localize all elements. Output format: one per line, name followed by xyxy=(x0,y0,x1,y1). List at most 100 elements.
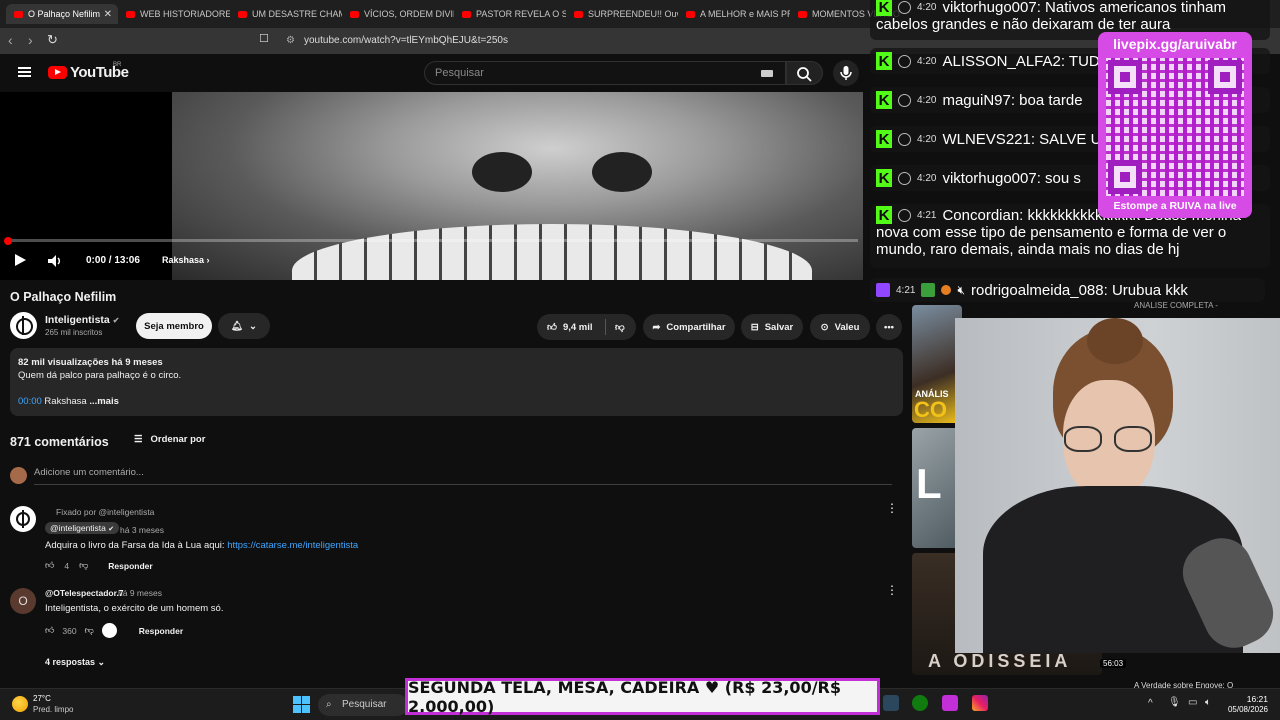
reply-button[interactable]: Responder xyxy=(108,561,152,571)
thumbs-down-icon[interactable]: 👎︎ xyxy=(85,625,94,636)
kick-platform-icon: K xyxy=(876,206,892,224)
kick-platform-icon: K xyxy=(876,130,892,148)
thumbs-up-icon: 👍︎ xyxy=(547,322,557,333)
tray-expand-icon[interactable]: ^ xyxy=(1148,698,1153,709)
browser-tab[interactable]: WEB HISTORIADORES xyxy=(118,4,230,24)
chevron-right-icon: › xyxy=(206,255,210,265)
badge-icon xyxy=(921,283,936,297)
mute-icon: 🔇︎ xyxy=(957,282,966,297)
app-icon[interactable] xyxy=(942,695,958,711)
show-replies-button[interactable]: 4 respostas ⌄ xyxy=(45,657,105,668)
video-player[interactable]: 0:00 / 13:06 Rakshasa › xyxy=(0,92,863,280)
save-button[interactable]: ⊟ Salvar xyxy=(741,314,803,340)
browser-tab[interactable]: PASTOR REVELA O SE xyxy=(454,4,566,24)
time-display: 0:00 / 13:06 xyxy=(86,255,140,266)
chat-message: 4:21 🔇︎ rodrigoalmeida_088: Urubua kkk xyxy=(870,278,1265,302)
clock-date[interactable]: 05/08/2026 xyxy=(1218,705,1268,714)
thumbs-up-icon[interactable]: 👍︎ xyxy=(45,625,54,636)
xbox-icon[interactable] xyxy=(912,695,928,711)
video-title: O Palhaço Nefilim xyxy=(10,290,117,304)
channel-avatar[interactable] xyxy=(10,312,37,339)
windows-start-icon[interactable] xyxy=(293,696,310,713)
user-icon xyxy=(898,132,911,146)
chapter-timestamp-link[interactable]: 00:00 xyxy=(18,396,42,407)
steam-icon[interactable] xyxy=(883,695,899,711)
bookmark-icon[interactable]: ☐ xyxy=(259,32,269,45)
kick-platform-icon: K xyxy=(876,0,892,16)
reply-button[interactable]: Responder xyxy=(139,626,183,636)
progress-bar[interactable] xyxy=(8,239,858,242)
channel-name[interactable]: Inteligentista ✔ xyxy=(45,314,119,326)
show-more-link[interactable]: ...mais xyxy=(89,396,119,407)
volume-icon[interactable]: 🔈︎ xyxy=(1205,697,1211,708)
comment-author-avatar[interactable]: O xyxy=(10,588,36,614)
glasses-icon xyxy=(1060,426,1158,452)
reload-icon[interactable]: ↻ xyxy=(47,32,58,48)
thumbs-up-icon[interactable]: 👍︎ xyxy=(45,560,54,571)
comment-menu-icon[interactable]: ⋮ xyxy=(886,584,898,596)
comment-author[interactable]: @OTelespectador.7 xyxy=(45,588,124,598)
youtube-favicon-icon xyxy=(462,10,471,18)
search-button[interactable] xyxy=(786,61,823,85)
share-button[interactable]: ➦ Compartilhar xyxy=(643,314,735,340)
like-divider xyxy=(605,319,606,335)
video-duration: 56:03 xyxy=(1100,659,1127,668)
tray-mic-icon[interactable]: 🎙︎ xyxy=(1168,697,1181,708)
url-field[interactable]: ⚙ youtube.com/watch?v=tlEYmbQhEJU&t=250s xyxy=(282,32,882,50)
livepix-qr-panel: livepix.gg/aruivabr Estompe a RUIVA na l… xyxy=(1098,32,1252,218)
thanks-button[interactable]: ⊙ Valeu xyxy=(810,314,870,340)
add-comment-input[interactable]: Adicione um comentário... xyxy=(34,467,892,485)
thumbs-down-icon[interactable]: 👎︎ xyxy=(615,321,625,333)
chapter-button[interactable]: Rakshasa › xyxy=(162,255,210,265)
comment-author-badge[interactable]: @inteligentista ✔ xyxy=(45,522,120,534)
search-input[interactable]: Pesquisar xyxy=(424,61,786,85)
weather-temp[interactable]: 27°C xyxy=(33,694,51,703)
back-icon[interactable]: ‹ xyxy=(8,32,13,48)
keyboard-icon[interactable] xyxy=(761,70,773,77)
comment-author-avatar[interactable] xyxy=(10,506,36,532)
menu-icon[interactable] xyxy=(18,67,31,77)
browser-tab[interactable]: VÍCIOS, ORDEM DIVIN xyxy=(342,4,454,24)
taskbar-search[interactable]: ⌕ Pesquisar xyxy=(318,694,408,716)
comment-time: há 9 meses xyxy=(118,588,162,598)
region-label: BR xyxy=(113,62,122,68)
description-box[interactable]: 82 mil visualizações há 9 meses Quem dá … xyxy=(10,348,903,416)
lens xyxy=(1064,426,1102,452)
subscriber-count: 265 mil inscritos xyxy=(45,328,103,337)
recommendation-title[interactable]: ANÁLISE COMPLETA - xyxy=(1134,301,1218,310)
tile xyxy=(293,696,301,704)
youtube-logo-icon[interactable] xyxy=(48,66,67,79)
creator-heart-avatar xyxy=(101,623,117,638)
youtube-header: YouTube BR Pesquisar xyxy=(0,54,870,92)
more-actions-button[interactable]: ••• xyxy=(876,314,902,340)
notifications-button[interactable]: 🔔︎ ⌄ xyxy=(218,313,270,339)
qr-finder xyxy=(1108,160,1142,194)
kick-platform-icon: K xyxy=(876,169,892,187)
weather-icon[interactable] xyxy=(12,696,28,712)
browser-tab-active[interactable]: O Palhaço Nefilim ✕ xyxy=(6,4,118,24)
instagram-icon[interactable] xyxy=(972,695,988,711)
weather-text[interactable]: Pred. limpo xyxy=(33,705,73,714)
browser-tab[interactable]: UM DESASTRE CHAM xyxy=(230,4,342,24)
clock-time[interactable]: 16:21 xyxy=(1226,694,1268,704)
comment-menu-icon[interactable]: ⋮ xyxy=(886,502,898,514)
voice-search-button[interactable] xyxy=(833,60,859,86)
sort-button[interactable]: ☰ Ordenar por xyxy=(134,434,205,445)
close-tab-icon[interactable]: ✕ xyxy=(104,9,112,20)
progress-scrubber[interactable] xyxy=(4,237,12,245)
join-button[interactable]: Seja membro xyxy=(136,313,212,339)
play-icon[interactable] xyxy=(15,254,26,266)
network-icon[interactable]: ▭ xyxy=(1188,697,1197,708)
volume-icon[interactable] xyxy=(46,254,62,268)
thumbs-down-icon[interactable]: 👎︎ xyxy=(79,560,88,571)
microphone-icon xyxy=(840,66,852,80)
search-icon: ⌕ xyxy=(326,699,332,710)
comment-link[interactable]: https://catarse.me/inteligentista xyxy=(227,540,358,551)
forward-icon[interactable]: › xyxy=(28,32,33,48)
lens xyxy=(1114,426,1152,452)
browser-tab[interactable]: A MELHOR e MAIS PR xyxy=(678,4,790,24)
like-button[interactable]: 👍︎ 9,4 mil 👎︎ xyxy=(537,314,636,340)
site-info-icon[interactable]: ⚙ xyxy=(286,32,295,50)
webcam-overlay xyxy=(955,318,1280,653)
browser-tab[interactable]: SURPREENDEU!! Ouv xyxy=(566,4,678,24)
